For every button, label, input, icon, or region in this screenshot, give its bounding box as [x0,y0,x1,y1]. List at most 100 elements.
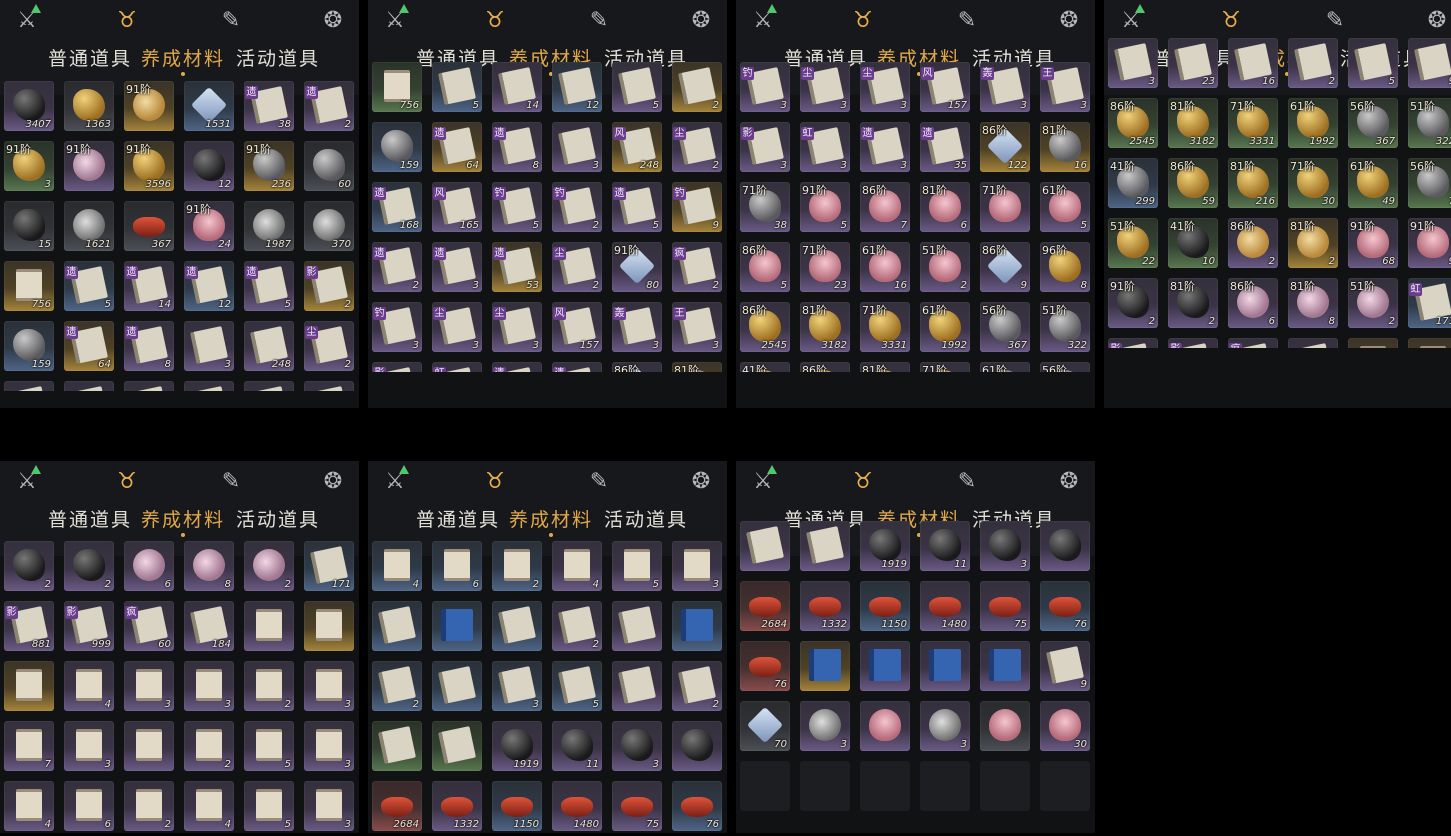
scroll-icon[interactable]: ✎ [214,465,248,497]
item-slot[interactable]: 3 [980,521,1030,571]
item-slot[interactable]: 影3 [740,122,790,172]
item-slot[interactable]: 61阶 1992 [920,302,970,352]
scroll-icon[interactable]: ✎ [950,465,984,497]
item-slot[interactable]: 2 [372,661,422,711]
item-slot[interactable]: 184 [1288,338,1338,348]
item-slot[interactable]: 86阶 2545 [740,302,790,352]
item-slot[interactable] [432,661,482,711]
item-slot[interactable]: 61阶 16 [860,242,910,292]
item-slot[interactable]: 3 [304,661,354,711]
item-slot[interactable]: 6 [64,781,114,831]
item-slot[interactable]: 51阶 322 [1408,98,1451,148]
item-slot[interactable]: 15 [4,201,54,251]
sword-icon[interactable]: ⚔ [10,465,44,497]
item-slot[interactable]: 91阶 5 [800,182,850,232]
item-slot[interactable]: 3 [124,661,174,711]
item-slot[interactable]: 2684 [740,581,790,631]
sword-icon[interactable]: ⚔ [378,4,412,36]
token-icon[interactable]: ❂ [316,4,350,36]
item-slot[interactable]: 钓2 [552,182,602,232]
item-slot[interactable]: 81阶16 [672,362,722,372]
item-slot[interactable] [800,641,850,691]
item-slot[interactable]: 23 [1168,38,1218,88]
sword-icon[interactable]: ⚔ [1114,4,1148,36]
item-slot[interactable]: 12 [184,141,234,191]
item-slot[interactable]: 86阶 5 [740,242,790,292]
item-grid[interactable]: 4 6 2 4 5 3 2 2 3 5 2 1919 11 3 2684 1332 1150 1480 75 76 [372,541,727,832]
item-slot[interactable]: 2 [492,541,542,591]
item-slot[interactable]: 遗 64 [64,321,114,371]
item-slot[interactable]: 71阶 38 [740,182,790,232]
item-slot[interactable]: 61阶 49 [1348,158,1398,208]
item-slot[interactable]: 2 [672,62,722,112]
token-icon[interactable]: ❂ [1052,465,1086,497]
item-slot[interactable]: 71阶 [980,182,1030,232]
item-slot[interactable]: 86阶 [800,362,850,372]
item-slot[interactable]: 61阶 [980,362,1030,372]
item-slot[interactable]: 11 [552,721,602,771]
item-slot[interactable]: 遗2 [304,81,354,131]
item-grid[interactable]: 3231625986阶254581阶318271阶333161阶199256阶3… [1108,38,1451,348]
item-slot[interactable]: 影999 [1168,338,1218,348]
item-slot[interactable]: 风 157 [552,302,602,352]
item-slot[interactable]: 86阶 2545 [1108,98,1158,148]
token-icon[interactable]: ❂ [1052,4,1086,36]
scroll-icon[interactable]: ✎ [214,4,248,36]
item-slot[interactable]: 遗2 [372,242,422,292]
item-slot[interactable] [432,721,482,771]
item-slot[interactable]: 9 [1040,641,1090,691]
sword-icon[interactable]: ⚔ [746,4,780,36]
scroll-icon[interactable]: ✎ [950,4,984,36]
item-slot[interactable]: 91阶 80 [612,242,662,292]
item-slot[interactable] [612,661,662,711]
item-slot[interactable]: 尘2 [672,122,722,172]
item-slot[interactable]: 756 [4,261,54,311]
item-slot[interactable]: 3 [920,701,970,751]
item-slot[interactable]: 遗 12 [184,261,234,311]
sword-icon[interactable]: ⚔ [746,465,780,497]
item-slot[interactable]: 81阶 216 [1228,158,1278,208]
item-slot[interactable]: 3 [64,721,114,771]
item-slot[interactable]: 尘3 [432,302,482,352]
item-slot[interactable]: 71阶 [920,362,970,372]
token-icon[interactable]: ❂ [684,465,718,497]
token-icon[interactable]: ❂ [1420,4,1451,36]
item-slot[interactable] [980,701,1030,751]
item-slot[interactable]: 1531 [184,81,234,131]
item-slot[interactable]: 91阶 [64,141,114,191]
item-slot[interactable]: 370 [304,201,354,251]
item-slot[interactable]: 影 881 [4,601,54,651]
item-slot[interactable]: 4 [372,541,422,591]
item-slot[interactable]: 虹3 [800,122,850,172]
item-slot[interactable] [124,381,174,391]
item-slot[interactable]: 风 157 [920,62,970,112]
item-slot[interactable]: 钓9 [672,182,722,232]
item-slot[interactable]: 81阶 2 [1288,218,1338,268]
item-slot[interactable]: 248 [244,321,294,371]
item-slot[interactable]: 5 [612,62,662,112]
item-slot[interactable]: 75 [980,581,1030,631]
item-slot[interactable]: 56阶 [1040,362,1090,372]
item-slot[interactable]: 5 [612,541,662,591]
sword-icon[interactable]: ⚔ [378,465,412,497]
item-slot[interactable] [304,381,354,391]
item-slot[interactable]: 16 [1228,38,1278,88]
item-slot[interactable]: 61阶 5 [1040,182,1090,232]
item-slot[interactable] [740,521,790,571]
item-slot[interactable]: 轰3 [980,62,1030,112]
scroll-icon[interactable]: ✎ [582,465,616,497]
item-slot[interactable] [800,521,850,571]
item-slot[interactable]: 1150 [860,581,910,631]
item-slot[interactable]: 尘3 [860,62,910,112]
item-slot[interactable]: 7 [4,721,54,771]
item-slot[interactable]: 遗 35 [920,122,970,172]
item-slot[interactable]: 3 [1108,38,1158,88]
item-slot[interactable]: 91阶 [124,81,174,131]
item-slot[interactable]: 96阶 8 [1040,242,1090,292]
item-grid[interactable]: 756 5 14 12 5 2 159 遗 64 遗 8 3 风 248 尘 2 遗 168 风 165 钓 5 钓 2 遗 5 钓… [372,62,727,372]
item-slot[interactable]: 尘3 [492,302,542,352]
item-slot[interactable]: 71阶 23 [800,242,850,292]
item-slot[interactable] [4,661,54,711]
item-grid[interactable]: 3407 1363 91阶 1531 遗 38 遗 2 91阶 3 91阶 91阶 3596 12 91阶 2… [4,81,359,391]
item-slot[interactable]: 91阶 68 [1348,218,1398,268]
